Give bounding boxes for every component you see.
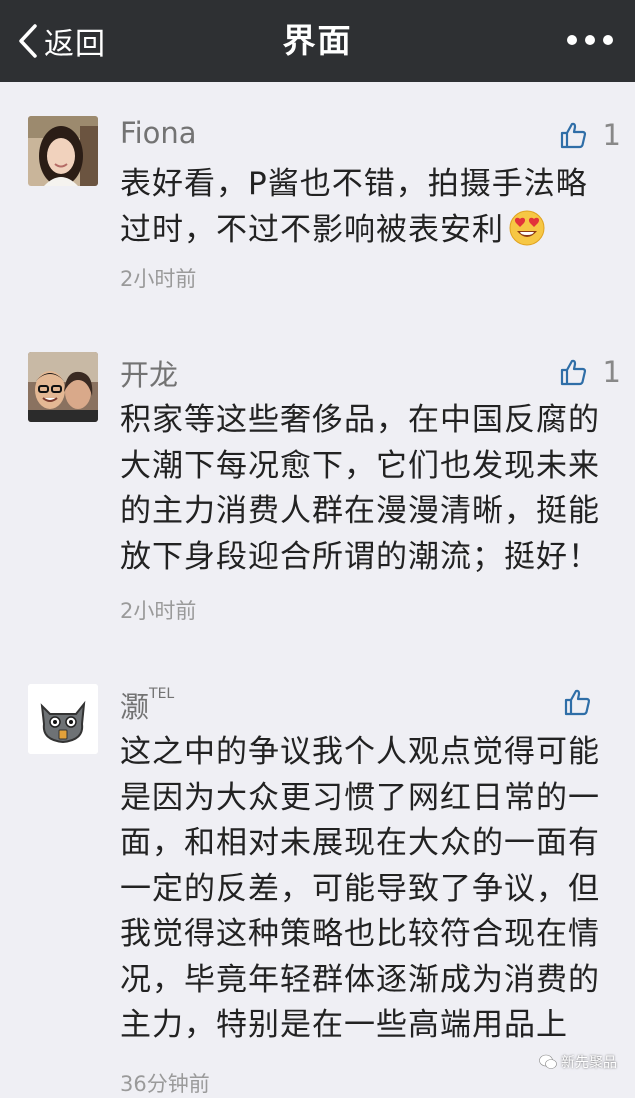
more-dot-icon	[567, 35, 577, 45]
thumbs-up-icon	[560, 359, 586, 386]
comment-content: 积家等这些奢侈品，在中国反腐的 大潮下每况愈下，它们也发现未来 的主力消费人群在…	[120, 398, 612, 580]
comment-time: 2小时前	[120, 267, 197, 291]
comment-content: 这之中的争议我个人观点觉得可能 是因为大众更习惯了网红日常的一 面，和相对未展现…	[120, 730, 612, 1049]
avatar-image	[28, 352, 98, 422]
avatar[interactable]	[28, 684, 98, 754]
avatar[interactable]	[28, 352, 98, 422]
avatar[interactable]	[28, 116, 98, 186]
comment-line: 过时，不过不影响被表安利	[120, 208, 612, 254]
comment-line: 的主力消费人群在漫漫清晰，挺能	[120, 493, 600, 529]
heart-eyes-emoji-icon	[509, 210, 545, 245]
watermark-text: 新先聚品	[561, 1055, 617, 1071]
like-count: 1	[602, 355, 621, 389]
comment-line: 大潮下每况愈下，它们也发现未来	[120, 447, 600, 484]
page-title: 界面	[282, 21, 353, 60]
comment-line: 是因为大众更习惯了网红日常的一	[120, 779, 600, 816]
watermark: 新先聚品	[539, 1052, 617, 1072]
comment-line: 面，和相对未展现在大众的一面有	[120, 825, 600, 861]
comment-content: 表好看，P酱也不错，拍摄手法略 过时，不过不影响被表安利	[120, 162, 612, 253]
comment-nickname[interactable]: Fiona	[120, 116, 197, 150]
comment-time: 2小时前	[120, 599, 197, 623]
more-button[interactable]	[567, 30, 613, 50]
comment-line: 放下身段迎合所谓的潮流；挺好！	[120, 538, 600, 575]
avatar-image	[28, 684, 98, 754]
nickname-superscript: TEL	[149, 686, 175, 702]
comment-line: 主力，特别是在一些高端用品上	[120, 1007, 568, 1043]
like-button[interactable]: 1	[559, 355, 621, 389]
like-button[interactable]	[563, 688, 621, 716]
comment-line: 我觉得这种策略也比较符合现在情	[120, 916, 600, 952]
comment-line: 况，毕竟年轻群体逐渐成为消费的	[120, 961, 600, 998]
comment-line: 这之中的争议我个人观点觉得可能	[120, 734, 600, 770]
like-button[interactable]: 1	[559, 118, 621, 152]
thumbs-up-icon	[560, 122, 586, 149]
comment-line: 表好看，P酱也不错，拍摄手法略	[120, 166, 588, 202]
like-count: 1	[602, 118, 621, 152]
wechat-icon	[539, 1054, 557, 1069]
comment-line: 积家等这些奢侈品，在中国反腐的	[120, 402, 600, 438]
avatar-image	[28, 116, 98, 186]
comment-line: 一定的反差，可能导致了争议，但	[120, 870, 600, 907]
nav-bar: 返回 界面	[0, 0, 635, 82]
comment-nickname[interactable]: 灏TEL	[120, 684, 174, 726]
more-dot-icon	[585, 35, 595, 45]
thumbs-up-icon	[564, 689, 591, 716]
comment-time: 36分钟前	[120, 1072, 210, 1096]
more-dot-icon	[603, 35, 613, 45]
comment-nickname[interactable]: 开龙	[120, 352, 178, 394]
